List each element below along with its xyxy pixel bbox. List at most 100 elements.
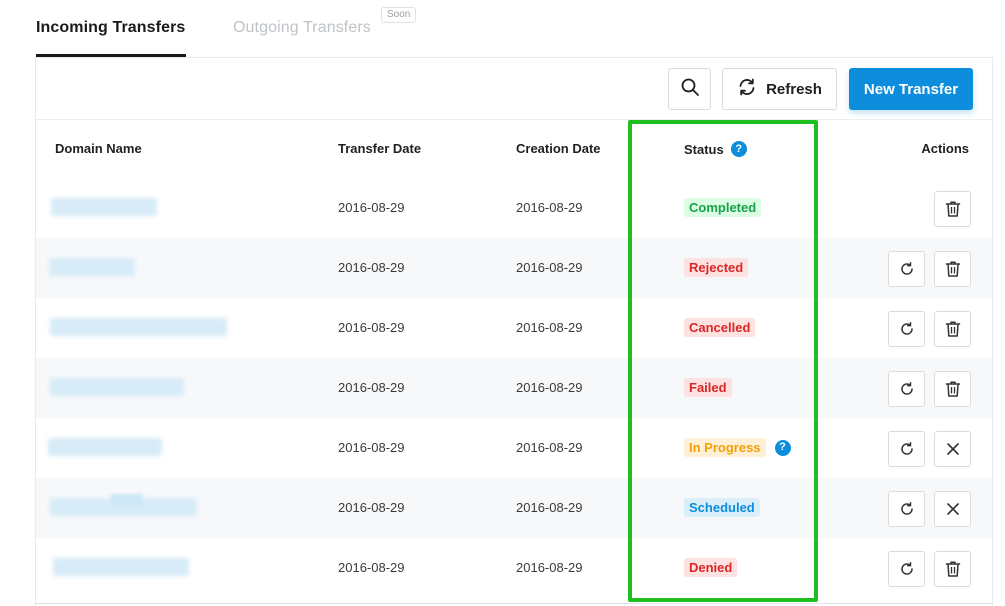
retry-button[interactable]: [888, 491, 925, 527]
status-badge: Completed: [684, 198, 762, 217]
transfer-date: 2016-08-29: [338, 560, 405, 575]
table-header: Domain Name Transfer Date Creation Date …: [36, 120, 992, 178]
status-cell: Rejected: [684, 258, 749, 277]
status-badge: Scheduled: [684, 498, 760, 517]
status-badge: In Progress: [684, 438, 766, 457]
refresh-label: Refresh: [766, 80, 822, 98]
toolbar: Refresh New Transfer: [36, 58, 992, 120]
retry-button[interactable]: [888, 311, 925, 347]
transfer-date: 2016-08-29: [338, 380, 405, 395]
domain-name-redacted[interactable]: [50, 318, 227, 336]
table-row: 2016-08-29 2016-08-29 Denied: [36, 538, 992, 598]
status-badge: Failed: [684, 378, 732, 397]
status-cell: Scheduled: [684, 498, 760, 517]
retry-button[interactable]: [888, 371, 925, 407]
creation-date: 2016-08-29: [516, 440, 583, 455]
search-button[interactable]: [668, 68, 711, 110]
transfer-date: 2016-08-29: [338, 320, 405, 335]
creation-date: 2016-08-29: [516, 320, 583, 335]
row-actions: [888, 251, 971, 287]
delete-button[interactable]: [934, 191, 971, 227]
transfer-date: 2016-08-29: [338, 200, 405, 215]
retry-icon: [899, 261, 915, 277]
retry-icon: [899, 441, 915, 457]
table-row: 2016-08-29 2016-08-29 Completed: [36, 178, 992, 238]
creation-date: 2016-08-29: [516, 500, 583, 515]
status-badge: Rejected: [684, 258, 749, 277]
transfer-date: 2016-08-29: [338, 260, 405, 275]
row-actions: [888, 491, 971, 527]
transfer-date: 2016-08-29: [338, 500, 405, 515]
row-actions: [888, 311, 971, 347]
trash-icon: [945, 320, 961, 338]
delete-button[interactable]: [934, 371, 971, 407]
status-cell: Cancelled: [684, 318, 756, 337]
retry-button[interactable]: [888, 431, 925, 467]
domain-name-redacted[interactable]: [51, 198, 157, 216]
column-label: Transfer Date: [338, 141, 422, 156]
status-cell: Completed: [684, 198, 762, 217]
domain-name-redacted[interactable]: [53, 558, 189, 576]
table-row: 2016-08-29 2016-08-29 Cancelled: [36, 298, 992, 358]
table-body: 2016-08-29 2016-08-29 Completed 2016-08-29 2…: [36, 178, 992, 598]
retry-button[interactable]: [888, 551, 925, 587]
retry-icon: [899, 321, 915, 337]
transfer-date: 2016-08-29: [338, 440, 405, 455]
creation-date: 2016-08-29: [516, 260, 583, 275]
row-actions: [934, 191, 971, 227]
trash-icon: [945, 200, 961, 218]
column-label: Status: [684, 141, 724, 157]
close-icon: [946, 442, 960, 456]
row-actions: [888, 431, 971, 467]
divider: [35, 603, 993, 604]
table-row: 2016-08-29 2016-08-29 Rejected: [36, 238, 992, 298]
table-row: 2016-08-29 2016-08-29 Scheduled: [36, 478, 992, 538]
column-header-domain-name[interactable]: Domain Name: [55, 141, 142, 156]
domain-name-redacted[interactable]: [48, 438, 162, 456]
retry-icon: [899, 561, 915, 577]
column-header-transfer-date[interactable]: Transfer Date: [338, 141, 421, 156]
domain-name-redacted[interactable]: [49, 258, 135, 276]
tab-incoming-transfers[interactable]: Incoming Transfers: [36, 19, 185, 37]
status-help-icon[interactable]: ?: [730, 141, 747, 157]
row-actions: [888, 371, 971, 407]
search-icon: [680, 77, 700, 101]
delete-button[interactable]: [934, 551, 971, 587]
column-label: Actions: [921, 141, 969, 156]
retry-icon: [899, 381, 915, 397]
table-row: 2016-08-29 2016-08-29 Failed: [36, 358, 992, 418]
row-actions: [888, 551, 971, 587]
creation-date: 2016-08-29: [516, 560, 583, 575]
soon-badge: Soon: [381, 7, 417, 23]
status-badge: Denied: [684, 558, 738, 577]
transfers-card: Refresh New Transfer Domain Name Transfe…: [35, 57, 993, 606]
table-row: 2016-08-29 2016-08-29 In Progress?: [36, 418, 992, 478]
retry-button[interactable]: [888, 251, 925, 287]
transfer-tabs: Incoming Transfers Outgoing Transfers So…: [36, 0, 996, 58]
column-header-status: Status ?: [684, 141, 747, 157]
status-badge: Cancelled: [684, 318, 756, 337]
trash-icon: [945, 560, 961, 578]
cancel-transfer-button[interactable]: [934, 431, 971, 467]
creation-date: 2016-08-29: [516, 200, 583, 215]
column-label: Domain Name: [55, 141, 142, 156]
new-transfer-button[interactable]: New Transfer: [849, 68, 973, 110]
creation-date: 2016-08-29: [516, 380, 583, 395]
delete-button[interactable]: [934, 311, 971, 347]
status-cell: In Progress?: [684, 438, 791, 457]
trash-icon: [945, 380, 961, 398]
tab-outgoing-transfers[interactable]: Outgoing Transfers: [233, 19, 371, 37]
column-header-creation-date[interactable]: Creation Date: [516, 141, 601, 156]
domain-name-redacted-fragment: [111, 494, 142, 506]
refresh-icon: [737, 77, 757, 101]
status-cell: Failed: [684, 378, 732, 397]
column-label: Creation Date: [516, 141, 601, 156]
refresh-button[interactable]: Refresh: [722, 68, 837, 110]
column-header-actions: Actions: [921, 141, 969, 156]
cancel-transfer-button[interactable]: [934, 491, 971, 527]
delete-button[interactable]: [934, 251, 971, 287]
retry-icon: [899, 501, 915, 517]
domain-name-redacted[interactable]: [50, 378, 184, 396]
status-help-icon[interactable]: ?: [774, 439, 791, 456]
close-icon: [946, 502, 960, 516]
